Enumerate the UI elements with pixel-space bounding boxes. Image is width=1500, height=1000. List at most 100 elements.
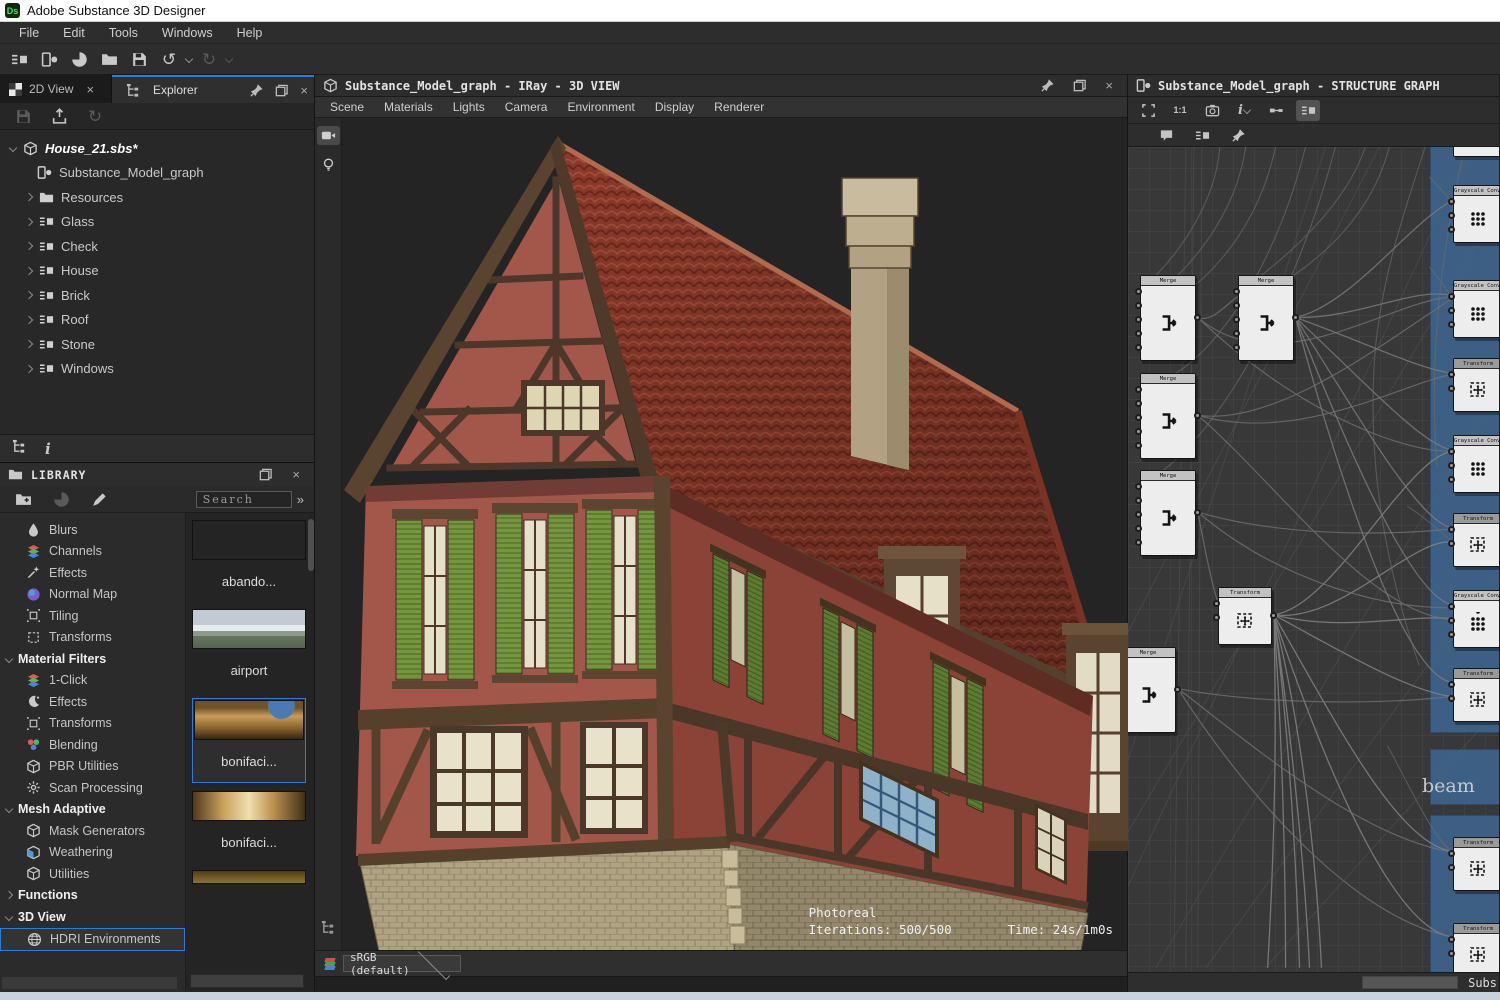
menu-materials[interactable]: Materials — [375, 98, 442, 116]
input-port[interactable] — [1448, 540, 1455, 547]
explorer-pin-icon[interactable] — [244, 83, 269, 98]
link-node-icon[interactable] — [1264, 100, 1288, 121]
screenshot-icon[interactable] — [1200, 100, 1224, 121]
new-function-graph-button[interactable] — [36, 47, 62, 71]
input-port[interactable] — [1135, 511, 1142, 518]
input-port[interactable] — [1135, 483, 1142, 490]
new-package-button[interactable] — [66, 47, 92, 71]
output-port[interactable] — [1194, 509, 1201, 516]
input-port[interactable] — [1135, 316, 1142, 323]
info-dropdown-icon[interactable]: i — [1232, 100, 1256, 121]
input-port[interactable] — [1448, 617, 1455, 624]
redo-history-dropdown[interactable] — [225, 55, 233, 63]
graph-progress-field[interactable] — [1362, 976, 1458, 989]
expand-icon[interactable] — [25, 316, 33, 324]
input-port[interactable] — [1233, 302, 1240, 309]
library-item-utilities[interactable]: Utilities — [0, 863, 185, 885]
graph-node-transform[interactable]: Transform — [1453, 837, 1499, 891]
explorer-reload-button[interactable]: ↻ — [82, 104, 108, 128]
graph-node-grayscale-conversion[interactable]: Grayscale Conversion — [1453, 185, 1499, 243]
output-port[interactable] — [1194, 412, 1201, 419]
input-port[interactable] — [1448, 603, 1455, 610]
explorer-save-button[interactable] — [10, 104, 36, 128]
input-port[interactable] — [1135, 525, 1142, 532]
graph-node-partial[interactable] — [1453, 147, 1499, 157]
menu-display[interactable]: Display — [646, 98, 703, 116]
input-port[interactable] — [1448, 226, 1455, 233]
output-port[interactable] — [1292, 314, 1299, 321]
graph-node-merge[interactable]: Merge — [1140, 470, 1196, 556]
graph-node-merge[interactable]: Merge — [1140, 373, 1196, 459]
camera-mode-icon[interactable] — [317, 126, 340, 145]
pin-icon[interactable] — [1226, 125, 1250, 146]
library-item-effects[interactable]: Effects — [0, 562, 185, 584]
input-port[interactable] — [1233, 344, 1240, 351]
viewport-restore-icon[interactable] — [1067, 78, 1092, 93]
structure-view-icon[interactable] — [12, 439, 27, 459]
graph-node-grayscale-conversion[interactable]: Grayscale Conversion — [1453, 435, 1499, 493]
library-add-folder-button[interactable] — [10, 487, 36, 511]
library-item-hdri-environments[interactable]: HDRI Environments — [0, 928, 185, 951]
new-substance-graph-button[interactable] — [6, 47, 32, 71]
library-item-effects-2[interactable]: Effects — [0, 691, 185, 713]
input-port[interactable] — [1448, 476, 1455, 483]
tree-item-windows[interactable]: Windows — [0, 357, 314, 382]
library-close-icon[interactable]: × — [286, 467, 306, 482]
menu-edit[interactable]: Edit — [52, 24, 96, 42]
expand-icon[interactable] — [25, 267, 33, 275]
undo-history-dropdown[interactable] — [185, 55, 193, 63]
menu-camera[interactable]: Camera — [496, 98, 557, 116]
library-item-normal-map[interactable]: Normal Map — [0, 584, 185, 606]
input-port[interactable] — [1135, 442, 1142, 449]
input-port[interactable] — [1135, 497, 1142, 504]
output-port[interactable] — [1270, 612, 1277, 619]
input-port[interactable] — [1448, 385, 1455, 392]
viewport-pin-icon[interactable] — [1035, 78, 1060, 93]
input-port[interactable] — [1135, 400, 1142, 407]
library-section-functions[interactable]: Functions — [0, 885, 185, 907]
output-port[interactable] — [1194, 314, 1201, 321]
tree-root-package[interactable]: House_21.sbs* — [0, 136, 314, 161]
undo-button[interactable]: ↺ — [156, 47, 182, 71]
menu-file[interactable]: File — [8, 24, 50, 42]
input-port[interactable] — [1448, 371, 1455, 378]
thumbnail-abando[interactable]: abando... — [192, 520, 306, 601]
menu-tools[interactable]: Tools — [98, 24, 149, 42]
search-more-icon[interactable]: » — [297, 492, 304, 507]
graph-node-merge[interactable]: Merge — [1128, 647, 1176, 733]
tab-explorer[interactable]: Explorer — [112, 83, 244, 98]
input-port[interactable] — [1135, 386, 1142, 393]
library-filter-button[interactable] — [48, 487, 74, 511]
collapse-icon[interactable] — [9, 144, 17, 152]
input-port[interactable] — [1135, 428, 1142, 435]
library-edit-button[interactable] — [86, 487, 112, 511]
expand-icon[interactable] — [25, 365, 33, 373]
input-port[interactable] — [1448, 950, 1455, 957]
input-port[interactable] — [1135, 288, 1142, 295]
library-list-hscrollbar[interactable] — [2, 977, 177, 989]
input-port[interactable] — [1213, 614, 1220, 621]
thumbnail-bonifaci-selected[interactable]: bonifaci... — [192, 698, 306, 783]
library-item-blending[interactable]: Blending — [0, 734, 185, 756]
library-item-blurs[interactable]: Blurs — [0, 519, 185, 541]
library-item-mask-generators[interactable]: Mask Generators — [0, 820, 185, 842]
library-item-transforms[interactable]: Transforms — [0, 627, 185, 649]
input-port[interactable] — [1135, 344, 1142, 351]
input-port[interactable] — [1135, 302, 1142, 309]
tree-item-substance-model-graph[interactable]: Substance_Model_graph — [0, 161, 314, 186]
tree-item-brick[interactable]: Brick — [0, 283, 314, 308]
input-port[interactable] — [1213, 600, 1220, 607]
input-port[interactable] — [1448, 526, 1455, 533]
input-port[interactable] — [1448, 631, 1455, 638]
thumbnails-vscrollbar[interactable] — [308, 519, 314, 571]
input-port[interactable] — [1135, 414, 1142, 421]
thumbnail-bonifaci-2[interactable]: bonifaci... — [192, 791, 306, 862]
explorer-restore-icon[interactable] — [269, 83, 294, 98]
input-port[interactable] — [1233, 316, 1240, 323]
graph-node-transform[interactable]: Transform — [1453, 923, 1499, 972]
library-section-mesh-adaptive[interactable]: Mesh Adaptive — [0, 799, 185, 821]
library-section-3d-view[interactable]: 3D View — [0, 906, 185, 928]
open-file-button[interactable] — [96, 47, 122, 71]
input-port[interactable] — [1448, 293, 1455, 300]
render-viewport[interactable]: Photoreal Iterations: 500/500 Time: 24s/… — [315, 118, 1127, 950]
